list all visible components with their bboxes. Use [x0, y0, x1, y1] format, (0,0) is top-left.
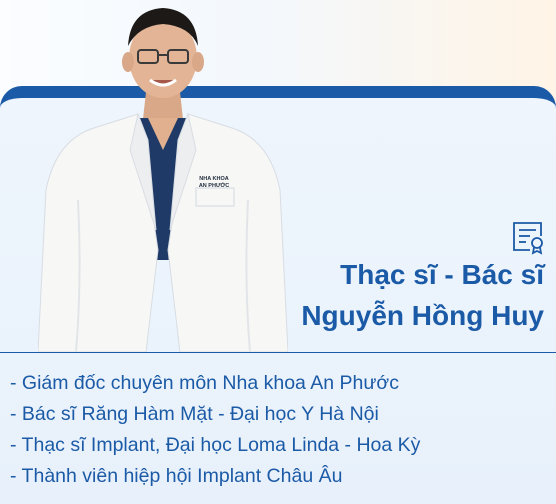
certificate-icon — [513, 222, 543, 255]
coat-badge: NHA KHOA AN PHƯỚC — [197, 176, 231, 190]
doctor-photo — [38, 8, 288, 352]
divider — [0, 352, 556, 353]
doctor-name: Nguyễn Hồng Huy — [301, 300, 544, 331]
doctor-degree: Thạc sĩ - Bác sĩ — [340, 259, 544, 290]
credentials-list: - Giám đốc chuyên môn Nha khoa An Phước … — [10, 368, 420, 492]
credential-item: - Giám đốc chuyên môn Nha khoa An Phước — [10, 372, 399, 394]
credential-item: - Thành viên hiệp hội Implant Châu Âu — [10, 465, 343, 487]
credential-item: - Bác sĩ Răng Hàm Mặt - Đại học Y Hà Nội — [10, 403, 379, 425]
coat-badge-line2: AN PHƯỚC — [198, 183, 230, 189]
coat-badge-line1: NHA KHOA — [199, 176, 229, 182]
credential-item: - Thạc sĩ Implant, Đại học Loma Linda - … — [10, 434, 421, 456]
